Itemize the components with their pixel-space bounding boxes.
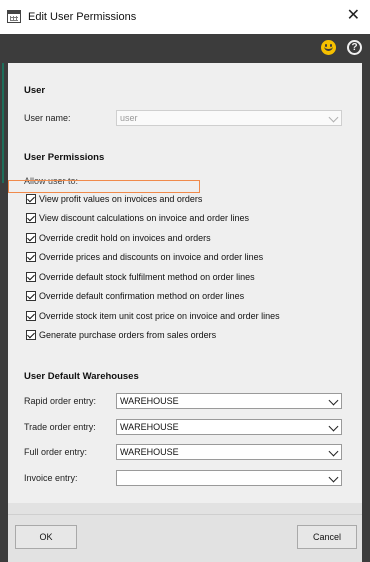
help-icon[interactable]: ?	[347, 40, 362, 55]
checkbox[interactable]	[26, 252, 36, 262]
warehouse-label: Rapid order entry:	[24, 396, 97, 406]
permission-item[interactable]: Override prices and discounts on invoice…	[26, 251, 263, 263]
checkbox[interactable]	[26, 330, 36, 340]
permission-item[interactable]: Override default confirmation method on …	[26, 290, 244, 302]
checkbox[interactable]	[26, 291, 36, 301]
title-bar: Edit User Permissions ✕	[0, 0, 370, 35]
warehouse-label: Full order entry:	[24, 447, 88, 457]
cancel-button[interactable]: Cancel	[297, 525, 357, 549]
invoice-entry-select[interactable]	[116, 470, 342, 486]
username-select: user	[116, 110, 342, 126]
trade-order-select[interactable]: WAREHOUSE	[116, 419, 342, 435]
footer-divider	[8, 514, 362, 515]
checkbox[interactable]	[26, 194, 36, 204]
permissions-section-title: User Permissions	[24, 152, 105, 163]
user-section-title: User	[24, 85, 46, 96]
window-title: Edit User Permissions	[28, 11, 137, 23]
checkbox[interactable]	[26, 213, 36, 223]
app-grid-icon	[7, 10, 21, 23]
warehouses-section-title: User Default Warehouses	[24, 371, 139, 382]
checkbox[interactable]	[26, 311, 36, 321]
dialog-body	[8, 63, 362, 503]
left-frame	[0, 63, 8, 562]
checkbox[interactable]	[26, 233, 36, 243]
username-value: user	[120, 113, 138, 123]
right-frame	[362, 63, 370, 562]
dialog-toolbar	[0, 34, 370, 63]
chevron-down-icon	[328, 446, 339, 457]
permission-item[interactable]: View profit values on invoices and order…	[26, 193, 202, 205]
username-label: User name:	[24, 113, 71, 123]
chevron-down-icon	[328, 421, 339, 432]
permission-item[interactable]: Override stock item unit cost price on i…	[26, 310, 280, 322]
warehouse-label: Invoice entry:	[24, 473, 78, 483]
rapid-order-select[interactable]: WAREHOUSE	[116, 393, 342, 409]
full-order-select[interactable]: WAREHOUSE	[116, 444, 342, 460]
chevron-down-icon	[328, 112, 339, 123]
checkbox[interactable]	[26, 272, 36, 282]
smiley-icon[interactable]	[321, 40, 336, 55]
close-icon[interactable]: ✕	[347, 7, 360, 25]
ok-button[interactable]: OK	[15, 525, 77, 549]
permission-item[interactable]: Override credit hold on invoices and ord…	[26, 232, 211, 244]
chevron-down-icon	[328, 395, 339, 406]
permission-item[interactable]: View discount calculations on invoice an…	[26, 212, 249, 224]
highlight-box	[8, 180, 200, 193]
permission-item[interactable]: Override default stock fulfilment method…	[26, 271, 255, 283]
chevron-down-icon	[328, 472, 339, 483]
permission-item[interactable]: Generate purchase orders from sales orde…	[26, 329, 216, 341]
warehouse-label: Trade order entry:	[24, 422, 96, 432]
